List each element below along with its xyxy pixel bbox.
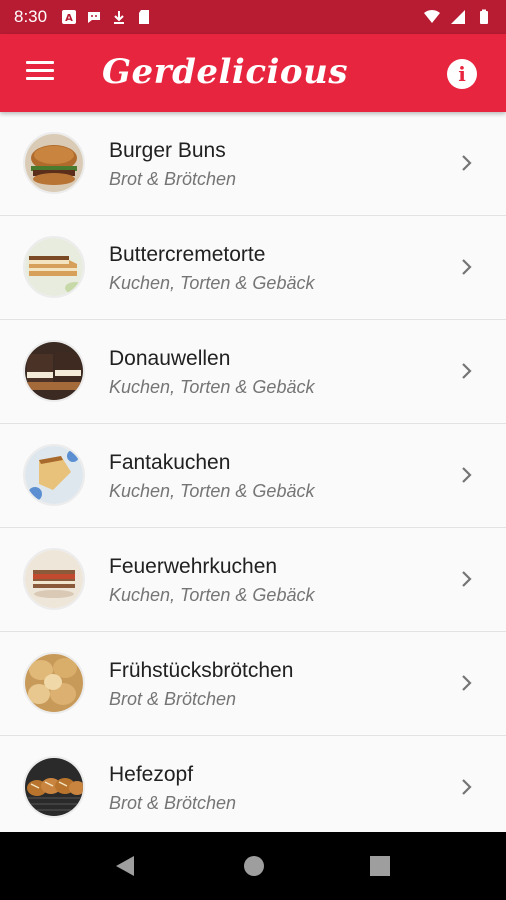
recipe-name: Feuerwehrkuchen <box>109 555 278 578</box>
signal-icon <box>451 10 465 24</box>
donauwellen-thumbnail <box>23 340 85 402</box>
recipe-name: Hefezopf <box>109 763 194 786</box>
list-item[interactable]: Hefezopf Brot & Brötchen <box>0 736 506 832</box>
svg-text:A: A <box>65 13 73 24</box>
list-item[interactable]: Fantakuchen Kuchen, Torten & Gebäck <box>0 424 506 528</box>
battery-icon <box>480 9 488 24</box>
recipe-category: Brot & Brötchen <box>109 793 237 813</box>
list-item[interactable]: Feuerwehrkuchen Kuchen, Torten & Gebäck <box>0 528 506 632</box>
chevron-right-icon <box>462 363 472 379</box>
list-item[interactable]: Frühstücksbrötchen Brot & Brötchen <box>0 632 506 736</box>
home-circle-icon[interactable] <box>243 854 265 878</box>
burger-thumbnail <box>23 132 85 194</box>
a-box-icon: A <box>62 10 77 24</box>
chevron-right-icon <box>462 155 472 171</box>
status-notification-icons: A <box>61 9 152 25</box>
recipe-name: Fantakuchen <box>109 451 231 474</box>
recipe-name: Burger Buns <box>109 139 226 162</box>
chevron-right-icon <box>462 259 472 275</box>
hefezopf-thumbnail <box>23 756 85 818</box>
download-icon <box>114 11 125 24</box>
menu-icon[interactable] <box>26 61 54 85</box>
wifi-icon <box>424 9 440 23</box>
recipe-name: Donauwellen <box>109 347 231 370</box>
chevron-right-icon <box>462 571 472 587</box>
chevron-right-icon <box>462 675 472 691</box>
recipe-category: Brot & Brötchen <box>109 169 237 189</box>
recipe-name: Buttercremetorte <box>109 243 266 266</box>
recipe-list: Burger Buns Brot & Brötchen Buttercremet… <box>0 112 506 832</box>
app-bar: Gerdelicious i <box>0 34 506 112</box>
feuerwehrkuchen-thumbnail <box>23 548 85 610</box>
recipe-category: Kuchen, Torten & Gebäck <box>109 273 315 293</box>
recents-square-icon[interactable] <box>369 854 391 878</box>
back-triangle-icon[interactable] <box>114 854 136 878</box>
message-icon <box>88 12 101 23</box>
recipe-category: Kuchen, Torten & Gebäck <box>109 377 315 397</box>
status-time: 8:30 <box>14 7 48 26</box>
list-item[interactable]: Buttercremetorte Kuchen, Torten & Gebäck <box>0 216 506 320</box>
recipe-name: Frühstücksbrötchen <box>109 659 294 682</box>
list-item[interactable]: Donauwellen Kuchen, Torten & Gebäck <box>0 320 506 424</box>
list-item[interactable]: Burger Buns Brot & Brötchen <box>0 112 506 216</box>
chevron-right-icon <box>462 467 472 483</box>
cake-slice-thumbnail <box>23 236 85 298</box>
status-system-icons <box>424 9 492 25</box>
rolls-thumbnail <box>23 652 85 714</box>
info-icon[interactable]: i <box>447 59 477 89</box>
sd-card-icon <box>139 10 150 24</box>
navigation-bar <box>0 832 506 900</box>
status-bar: 8:30 A <box>0 0 506 34</box>
fantakuchen-thumbnail <box>23 444 85 506</box>
chevron-right-icon <box>462 779 472 795</box>
recipe-category: Kuchen, Torten & Gebäck <box>109 481 315 501</box>
recipe-category: Brot & Brötchen <box>109 689 237 709</box>
app-title: Gerdelicious <box>102 52 348 92</box>
recipe-category: Kuchen, Torten & Gebäck <box>109 585 315 605</box>
